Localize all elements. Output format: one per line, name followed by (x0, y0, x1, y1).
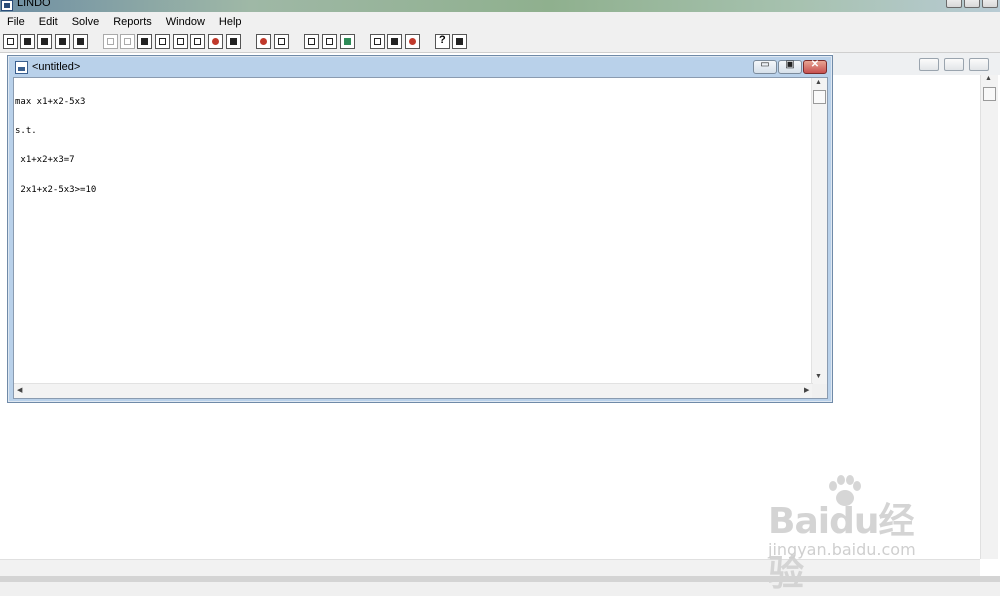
restore-button[interactable]: ▣ (778, 59, 802, 74)
paste-icon[interactable] (137, 34, 152, 49)
zoom-icon[interactable] (322, 34, 337, 49)
baidu-watermark: Baidu经验 jingyan.baidu.com (768, 472, 948, 594)
mdi-restore-button[interactable] (944, 58, 964, 71)
editor-vertical-scrollbar[interactable]: ▲ ▼ (811, 78, 827, 384)
close-icon: ✕ (810, 59, 820, 70)
menu-reports[interactable]: Reports (106, 13, 159, 32)
context-help-icon[interactable] (452, 34, 467, 49)
mdi-minimize-button[interactable] (919, 58, 939, 71)
model-window-titlebar[interactable]: <untitled> ▭ ▣ ✕ (8, 56, 832, 77)
app-titlebar: LINDO (0, 0, 1000, 12)
goto-line-icon[interactable] (190, 34, 205, 49)
save-icon[interactable] (55, 34, 70, 49)
lindo-app-icon (1, 0, 13, 11)
model-text[interactable]: max x1+x2-5x3 s.t. x1+x2+x3=7 2x1+x2-5x3… (15, 78, 96, 215)
menu-bar: File Edit Solve Reports Window Help (0, 13, 1000, 32)
menu-window[interactable]: Window (159, 13, 212, 32)
new-file-icon[interactable] (3, 34, 18, 49)
model-window: <untitled> ▭ ▣ ✕ max x1+x2-5x3 s.t. x1+x… (7, 55, 833, 403)
close-all-icon[interactable] (405, 34, 420, 49)
close-button[interactable]: ✕ (803, 59, 827, 74)
cascade-icon[interactable] (387, 34, 402, 49)
main-scroll-thumb[interactable] (983, 87, 996, 101)
baidu-url: jingyan.baidu.com (768, 540, 916, 559)
model-line-st: s.t. (15, 125, 37, 136)
traffic-light-icon[interactable] (226, 34, 241, 49)
model-window-title: <untitled> (32, 61, 81, 73)
solve-icon[interactable] (256, 34, 271, 49)
copy-icon[interactable] (120, 34, 135, 49)
editor-scroll-down-icon[interactable]: ▼ (815, 373, 822, 380)
menu-help[interactable]: Help (212, 13, 249, 32)
print-icon[interactable] (73, 34, 88, 49)
app-title: LINDO (17, 0, 51, 9)
tile-icon[interactable] (370, 34, 385, 49)
sigma-icon[interactable] (208, 34, 223, 49)
editor-scroll-thumb[interactable] (813, 90, 826, 104)
app-close-button[interactable] (982, 0, 998, 8)
view-file-icon[interactable] (37, 34, 52, 49)
minimize-button[interactable]: ▭ (753, 59, 777, 74)
compile-icon[interactable] (274, 34, 289, 49)
minimize-icon: ▭ (760, 59, 770, 70)
editor-size-grip (812, 384, 827, 398)
app-minimize-button[interactable] (946, 0, 962, 8)
cut-icon[interactable] (103, 34, 118, 49)
model-line-constraint-2: 2x1+x2-5x3>=10 (15, 184, 97, 195)
editor-horizontal-scrollbar[interactable]: ◀ ▶ (14, 383, 813, 398)
model-window-icon (15, 61, 28, 74)
menu-edit[interactable]: Edit (32, 13, 65, 32)
menu-solve[interactable]: Solve (65, 13, 107, 32)
model-line-objective: max x1+x2-5x3 (15, 96, 86, 107)
mdi-close-button[interactable] (969, 58, 989, 71)
model-editor[interactable]: max x1+x2-5x3 s.t. x1+x2+x3=7 2x1+x2-5x3… (13, 77, 828, 399)
restore-icon: ▣ (785, 59, 795, 70)
scroll-up-arrow-icon[interactable]: ▲ (985, 75, 992, 82)
editor-scroll-up-icon[interactable]: ▲ (815, 79, 822, 86)
help-icon[interactable] (435, 34, 450, 49)
app-window-controls (946, 0, 998, 8)
app-maximize-button[interactable] (964, 0, 980, 8)
editor-scroll-right-icon[interactable]: ▶ (804, 386, 809, 394)
menu-file[interactable]: File (0, 13, 32, 32)
main-vertical-scrollbar[interactable]: ▲ (980, 75, 998, 559)
status-icon[interactable] (340, 34, 355, 49)
zoom-fit-icon[interactable] (304, 34, 319, 49)
toolbar (0, 32, 1000, 53)
clear-icon[interactable] (173, 34, 188, 49)
editor-scroll-left-icon[interactable]: ◀ (17, 386, 22, 394)
open-file-icon[interactable] (20, 34, 35, 49)
model-line-constraint-1: x1+x2+x3=7 (15, 155, 75, 166)
find-icon[interactable] (155, 34, 170, 49)
